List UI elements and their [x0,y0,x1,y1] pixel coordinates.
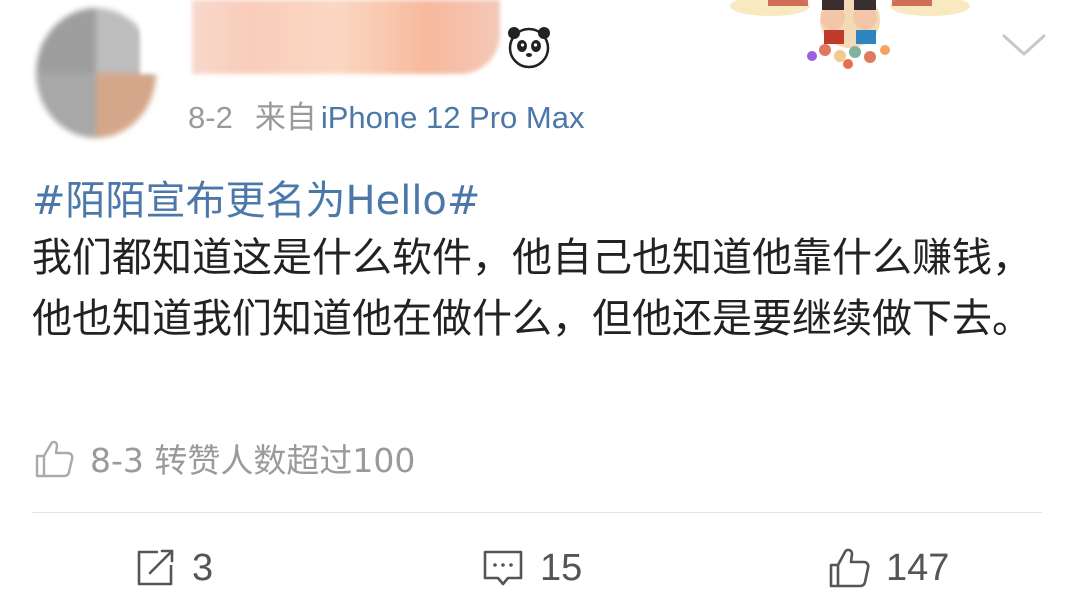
repost-button[interactable]: 3 [132,542,213,594]
festival-decoration [700,0,980,72]
username-blurred[interactable] [140,0,500,74]
like-count: 147 [886,546,950,589]
avatar[interactable] [36,8,156,138]
source-prefix: 来自 [254,100,317,135]
comment-count: 15 [540,546,583,589]
thumbs-up-icon [829,548,870,588]
comment-button[interactable]: 15 [480,542,582,594]
post-text: 我们都知道这是什么软件，他自己也知道他靠什么赚钱，他也知道我们知道他在做什么，但… [32,235,1032,342]
repost-icon [137,549,174,586]
like-milestone-text: 8-3 转赞人数超过100 [90,441,416,480]
panda-icon [508,27,550,69]
repost-count: 3 [192,546,214,589]
divider [32,512,1042,513]
hashtag-topic-link[interactable]: #陌陌宣布更名为Hello# [32,168,480,226]
device-source-link[interactable]: iPhone 12 Pro Max [321,100,585,135]
post-date: 8-2 [188,100,233,135]
chevron-down-icon[interactable] [1000,30,1048,60]
like-button[interactable]: 147 [826,542,949,594]
thumbs-up-icon [35,440,74,478]
comment-icon [483,550,523,586]
post-meta: 8-2 来自 iPhone 12 Pro Max [188,92,584,137]
like-milestone-note: 8-3 转赞人数超过100 [32,436,415,480]
